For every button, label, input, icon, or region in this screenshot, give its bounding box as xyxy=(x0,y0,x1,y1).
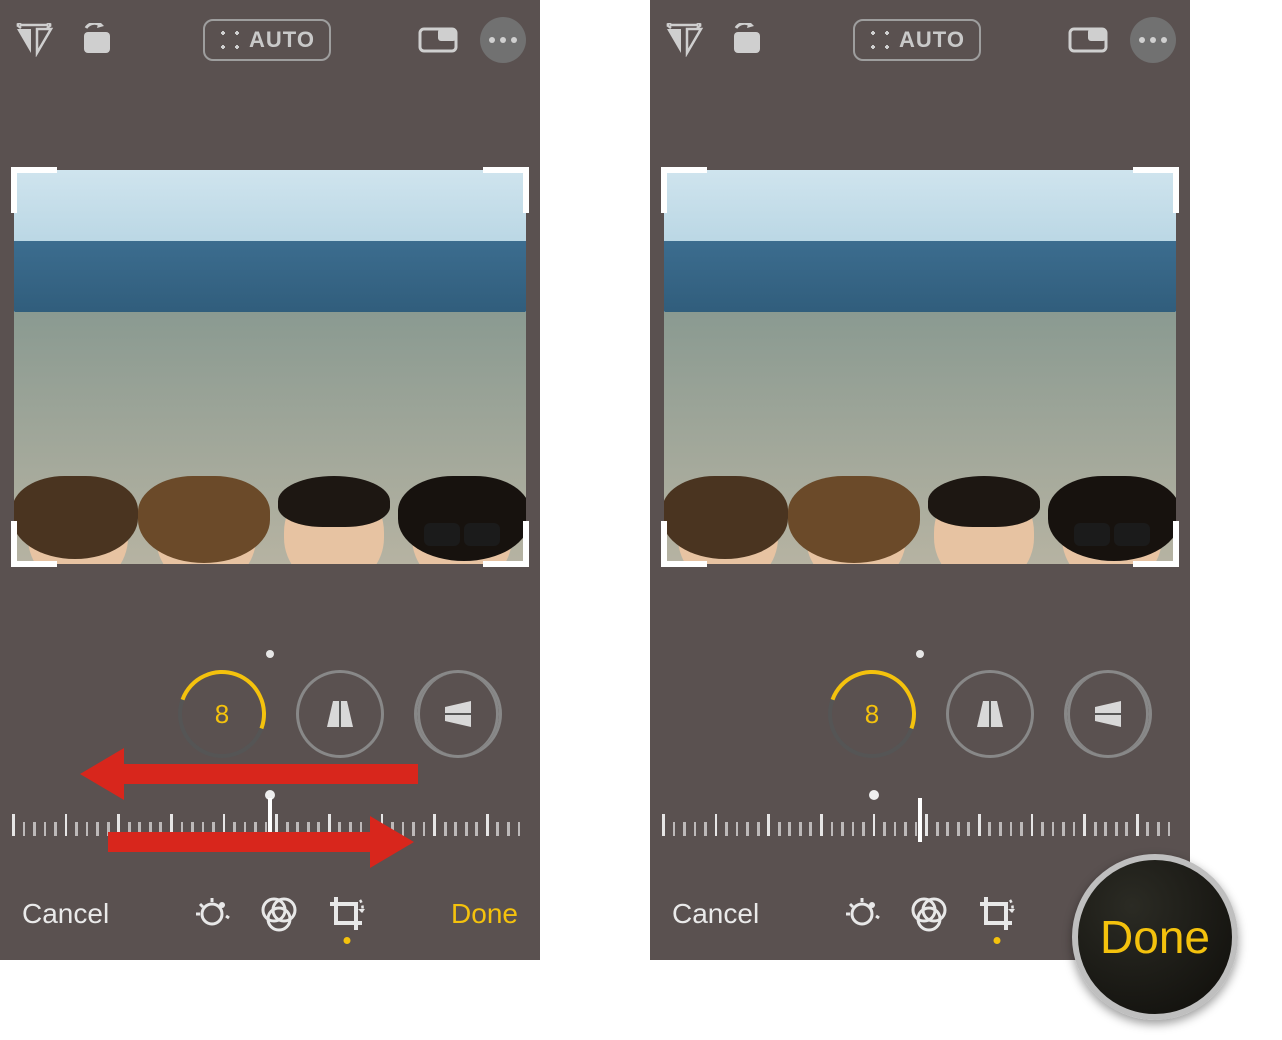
crop-top-toolbar: AUTO xyxy=(650,0,1190,80)
photo-preview xyxy=(14,170,526,564)
dial-indicator-dot xyxy=(916,650,924,658)
straighten-value: 8 xyxy=(215,699,229,730)
adjust-tab-icon[interactable] xyxy=(843,895,881,933)
dial-indicator-dot xyxy=(266,650,274,658)
crop-handle-top-left[interactable] xyxy=(661,167,707,213)
adjustment-dials: 8 xyxy=(0,672,540,756)
crop-top-toolbar: AUTO xyxy=(0,0,540,80)
ellipsis-icon xyxy=(489,37,517,43)
crop-tab-icon[interactable] xyxy=(327,894,367,934)
vertical-perspective-dial[interactable] xyxy=(296,670,384,758)
horizontal-perspective-dial[interactable] xyxy=(1064,670,1152,758)
more-options-button[interactable] xyxy=(480,17,526,63)
aspect-ratio-icon[interactable] xyxy=(1068,25,1108,55)
adjustment-dials: 8 xyxy=(650,672,1190,756)
crop-handle-top-left[interactable] xyxy=(11,167,57,213)
filters-tab-icon[interactable] xyxy=(909,896,949,932)
cancel-button[interactable]: Cancel xyxy=(22,898,109,930)
annotation-arrow-left xyxy=(118,764,418,784)
crop-handle-top-right[interactable] xyxy=(1133,167,1179,213)
adjust-tab-icon[interactable] xyxy=(193,895,231,933)
auto-enhance-button[interactable]: AUTO xyxy=(203,19,331,61)
done-button[interactable]: Done xyxy=(451,898,518,930)
aspect-ratio-icon[interactable] xyxy=(418,25,458,55)
ellipsis-icon xyxy=(1139,37,1167,43)
angle-slider[interactable] xyxy=(662,786,1178,846)
crop-handle-bottom-left[interactable] xyxy=(661,521,707,567)
crop-frame[interactable] xyxy=(14,170,526,564)
horizontal-perspective-dial[interactable] xyxy=(414,670,502,758)
crop-handle-bottom-right[interactable] xyxy=(1133,521,1179,567)
crop-handle-top-right[interactable] xyxy=(483,167,529,213)
annotation-done-label: Done xyxy=(1100,910,1210,964)
annotation-arrow-right xyxy=(108,832,376,852)
crop-tab-icon[interactable] xyxy=(977,894,1017,934)
more-options-button[interactable] xyxy=(1130,17,1176,63)
straighten-dial[interactable]: 8 xyxy=(178,670,266,758)
straighten-value: 8 xyxy=(865,699,879,730)
crop-handle-bottom-left[interactable] xyxy=(11,521,57,567)
slider-origin-dot xyxy=(869,790,879,800)
photo-preview xyxy=(664,170,1176,564)
phone-screen-left: AUTO xyxy=(0,0,540,960)
auto-label: AUTO xyxy=(899,27,965,53)
auto-label: AUTO xyxy=(249,27,315,53)
flip-horizontal-icon[interactable] xyxy=(14,23,54,57)
filters-tab-icon[interactable] xyxy=(259,896,299,932)
flip-horizontal-icon[interactable] xyxy=(664,23,704,57)
rotate-icon[interactable] xyxy=(76,23,116,57)
straighten-dial[interactable]: 8 xyxy=(828,670,916,758)
rotate-icon[interactable] xyxy=(726,23,766,57)
cancel-button[interactable]: Cancel xyxy=(672,898,759,930)
editor-bottom-bar: Cancel Done xyxy=(0,868,540,960)
crop-handle-bottom-right[interactable] xyxy=(483,521,529,567)
slider-center-marker xyxy=(918,798,922,842)
crop-frame[interactable] xyxy=(664,170,1176,564)
auto-enhance-button[interactable]: AUTO xyxy=(853,19,981,61)
vertical-perspective-dial[interactable] xyxy=(946,670,1034,758)
annotation-done-highlight: Done xyxy=(1072,854,1238,1020)
phone-screen-right: AUTO xyxy=(650,0,1190,960)
